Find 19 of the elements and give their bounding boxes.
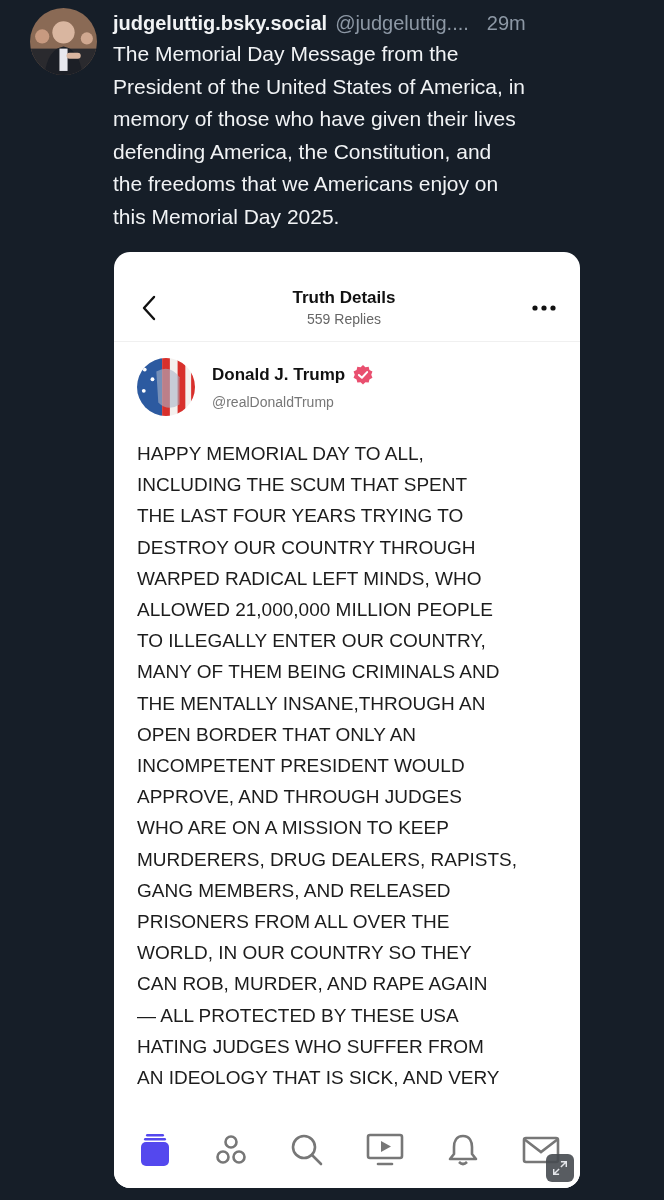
reply-count: 559 Replies <box>307 311 381 327</box>
user-handle[interactable]: @judgeluttig.... <box>335 8 469 38</box>
author-name[interactable]: Donald J. Trump <box>212 365 346 385</box>
expand-icon <box>551 1159 569 1177</box>
bell-icon[interactable] <box>446 1133 480 1167</box>
groups-icon[interactable] <box>214 1133 248 1167</box>
search-icon[interactable] <box>290 1133 324 1167</box>
timestamp: 29m <box>486 11 526 36</box>
screen-title: Truth Details <box>292 288 396 308</box>
display-name[interactable]: judgeluttig.bsky.social <box>113 8 328 38</box>
embedded-screenshot[interactable] <box>114 252 580 1188</box>
home-icon[interactable] <box>138 1133 172 1167</box>
expand-button[interactable] <box>546 1154 574 1182</box>
post-text: The Memorial Day Message from the President of the United States of America, in memory of those who have given their lives defending America, the Constitution, and the freedoms that we Americans enjoy on this Memorial Day 2025. <box>113 41 527 230</box>
back-icon[interactable] <box>142 294 156 321</box>
author-handle[interactable]: @realDonaldTrump <box>212 394 375 410</box>
video-icon[interactable] <box>366 1133 404 1167</box>
more-icon[interactable] <box>532 304 556 311</box>
truth-text: HAPPY MEMORIAL DAY TO ALL, INCLUDING THE SCUM THAT SPENT THE LAST FOUR YEARS TRYING TO DESTROY OUR COUNTRY THROUGH WARPED RADICAL LEFT MINDS, WHO ALLOWED 21,000,000 MILLION PEOPLE TO ILLEGALLY ENTER OUR COUNTRY, MANY OF THEM BEING CRIMINALS AND THE MENTALLY INSANE,THROUGH AN OPEN BORDER THAT ONLY AN INCOMPETENT PRESIDENT WOULD APPROVE, AND THROUGH JUDGES WHO ARE ON A MISSION TO KEEP MURDERERS, DRUG DEALERS, RAPISTS, GANG MEMBERS, AND RELEASED PRISONERS FROM ALL OVER THE WORLD, IN OUR COUNTRY SO THEY CAN ROB, MURDER, AND RAPE AGAIN — ALL PROTECTED BY THESE USA HATING JUDGES WHO SUFFER FROM AN IDEOLOGY THAT IS SICK, AND VERY <box>137 442 519 1091</box>
